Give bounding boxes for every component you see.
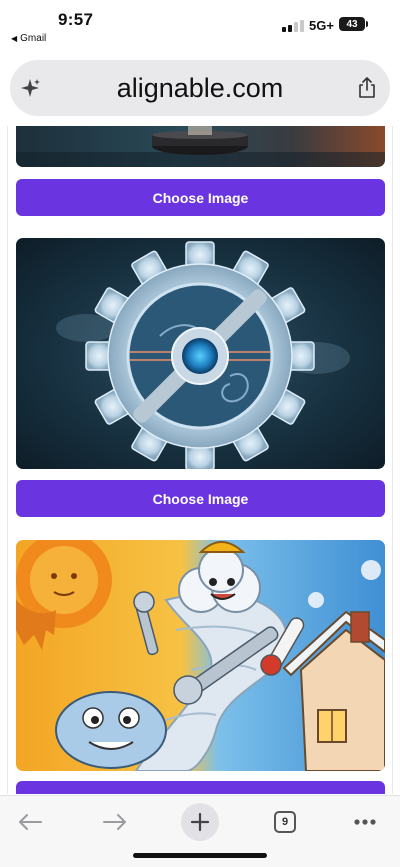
battery-icon: 43 <box>339 17 365 31</box>
web-page[interactable]: Choose Image Choose Image <box>0 126 400 794</box>
cellular-signal-icon <box>282 20 304 32</box>
forward-button[interactable] <box>97 804 133 840</box>
battery-nub <box>366 21 368 27</box>
more-icon <box>354 819 376 825</box>
choose-image-button-3[interactable]: Choose Image <box>16 781 385 794</box>
cartoon-hvac-tornado-illustration <box>16 540 385 771</box>
back-triangle-icon: ◀ <box>11 34 18 43</box>
back-button[interactable] <box>12 804 48 840</box>
menu-button[interactable] <box>347 804 383 840</box>
tab-count: 9 <box>274 811 296 833</box>
network-type: 5G+ <box>309 18 334 33</box>
home-indicator[interactable] <box>133 853 267 858</box>
frosted-gear-illustration <box>16 238 385 469</box>
clock: 9:57 <box>58 10 94 29</box>
choose-image-button-2[interactable]: Choose Image <box>16 480 385 517</box>
card-image-3 <box>16 540 385 771</box>
address-bar[interactable]: alignable.com <box>10 60 390 116</box>
arrow-right-icon <box>103 814 126 830</box>
card-image-2 <box>16 238 385 469</box>
tab-switcher-button[interactable]: 9 <box>267 804 303 840</box>
url-text[interactable]: alignable.com <box>10 73 390 104</box>
status-bar: 9:57 ◀ Gmail 5G+ 43 <box>0 0 400 52</box>
share-icon[interactable] <box>356 76 378 100</box>
card-image-1 <box>16 126 385 167</box>
choose-image-button-1[interactable]: Choose Image <box>16 179 385 216</box>
battery-level: 43 <box>346 18 358 30</box>
back-app-label: Gmail <box>20 33 47 44</box>
new-tab-button[interactable] <box>181 803 219 841</box>
dark-product-photo <box>16 126 385 167</box>
arrow-left-icon <box>19 814 42 830</box>
plus-icon <box>190 812 210 832</box>
back-to-app-link[interactable]: ◀ Gmail <box>11 33 46 44</box>
